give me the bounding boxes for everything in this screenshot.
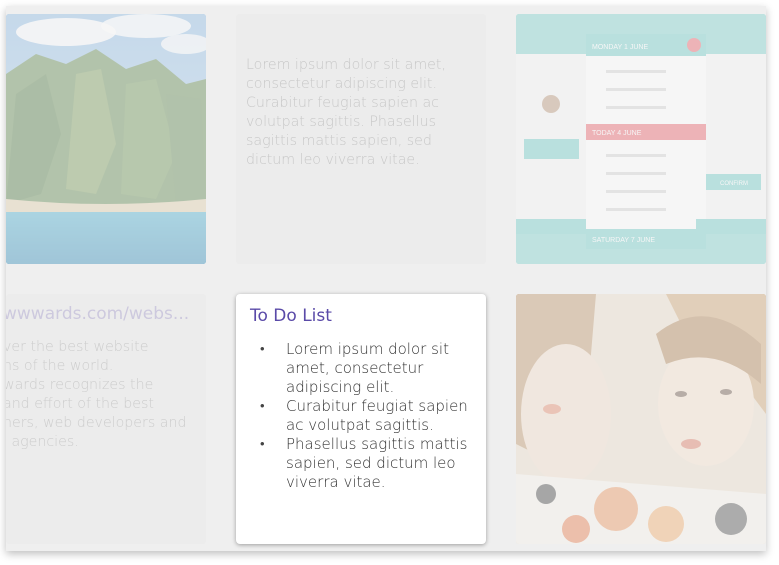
app-confirm-text: CONFIRM <box>720 181 748 187</box>
todo-item-text: Curabitur feugiat sapien ac volutpat sag… <box>286 397 468 434</box>
app-header-text: MONDAY 1 JUNE <box>592 44 648 51</box>
todo-card[interactable]: To Do List • Lorem ipsum dolor sit amet,… <box>236 294 486 544</box>
app-footer-text: SATURDAY 7 JUNE <box>592 237 655 244</box>
lorem-text: Lorem ipsum dolor sit amet, consectetur … <box>246 57 446 168</box>
awwwards-line: ver the best website <box>6 339 149 355</box>
todo-item-text: Phasellus sagittis mattis sapien, sed di… <box>286 435 468 491</box>
awwwards-line: ns of the world. <box>6 358 114 374</box>
todo-item: • Lorem ipsum dolor sit amet, consectetu… <box>258 340 468 397</box>
portrait-photo-icon <box>516 294 766 544</box>
todo-item: • Curabitur feugiat sapien ac volutpat s… <box>258 397 468 435</box>
awwwards-line: and effort of the best <box>6 396 154 412</box>
app-section-text: TODAY 4 JUNE <box>592 130 642 137</box>
todo-list: • Lorem ipsum dolor sit amet, consectetu… <box>258 340 468 492</box>
awwwards-tile[interactable]: wwwards.com/webs... ver the best website… <box>6 294 206 544</box>
bullet-icon: • <box>260 342 265 357</box>
lorem-text-tile[interactable]: Lorem ipsum dolor sit amet, consectetur … <box>236 14 486 264</box>
todo-item: • Phasellus sagittis mattis sapien, sed … <box>258 435 468 492</box>
bullet-icon: • <box>260 437 265 452</box>
landscape-photo-tile[interactable] <box>6 14 206 264</box>
awwwards-url[interactable]: wwwards.com/webs... <box>6 304 189 324</box>
landscape-photo-icon <box>6 14 206 264</box>
todo-title: To Do List <box>250 306 332 326</box>
portrait-photo-tile[interactable] <box>516 294 766 544</box>
awwwards-description: ver the best website ns of the world. wa… <box>6 338 203 452</box>
awwwards-line: l agencies. <box>6 434 79 450</box>
awwwards-line: ners, web developers and <box>6 415 187 431</box>
bullet-icon: • <box>260 399 265 414</box>
awwwards-line: wards recognizes the <box>6 377 154 393</box>
tile-grid: Lorem ipsum dolor sit amet, consectetur … <box>6 6 766 551</box>
todo-item-text: Lorem ipsum dolor sit amet, consectetur … <box>286 340 449 396</box>
app-screenshot-tile[interactable]: MONDAY 1 JUNE TODAY 4 JUNE SATURDAY 7 JU… <box>516 14 766 264</box>
app-screenshot-icon: MONDAY 1 JUNE TODAY 4 JUNE SATURDAY 7 JU… <box>516 14 766 264</box>
